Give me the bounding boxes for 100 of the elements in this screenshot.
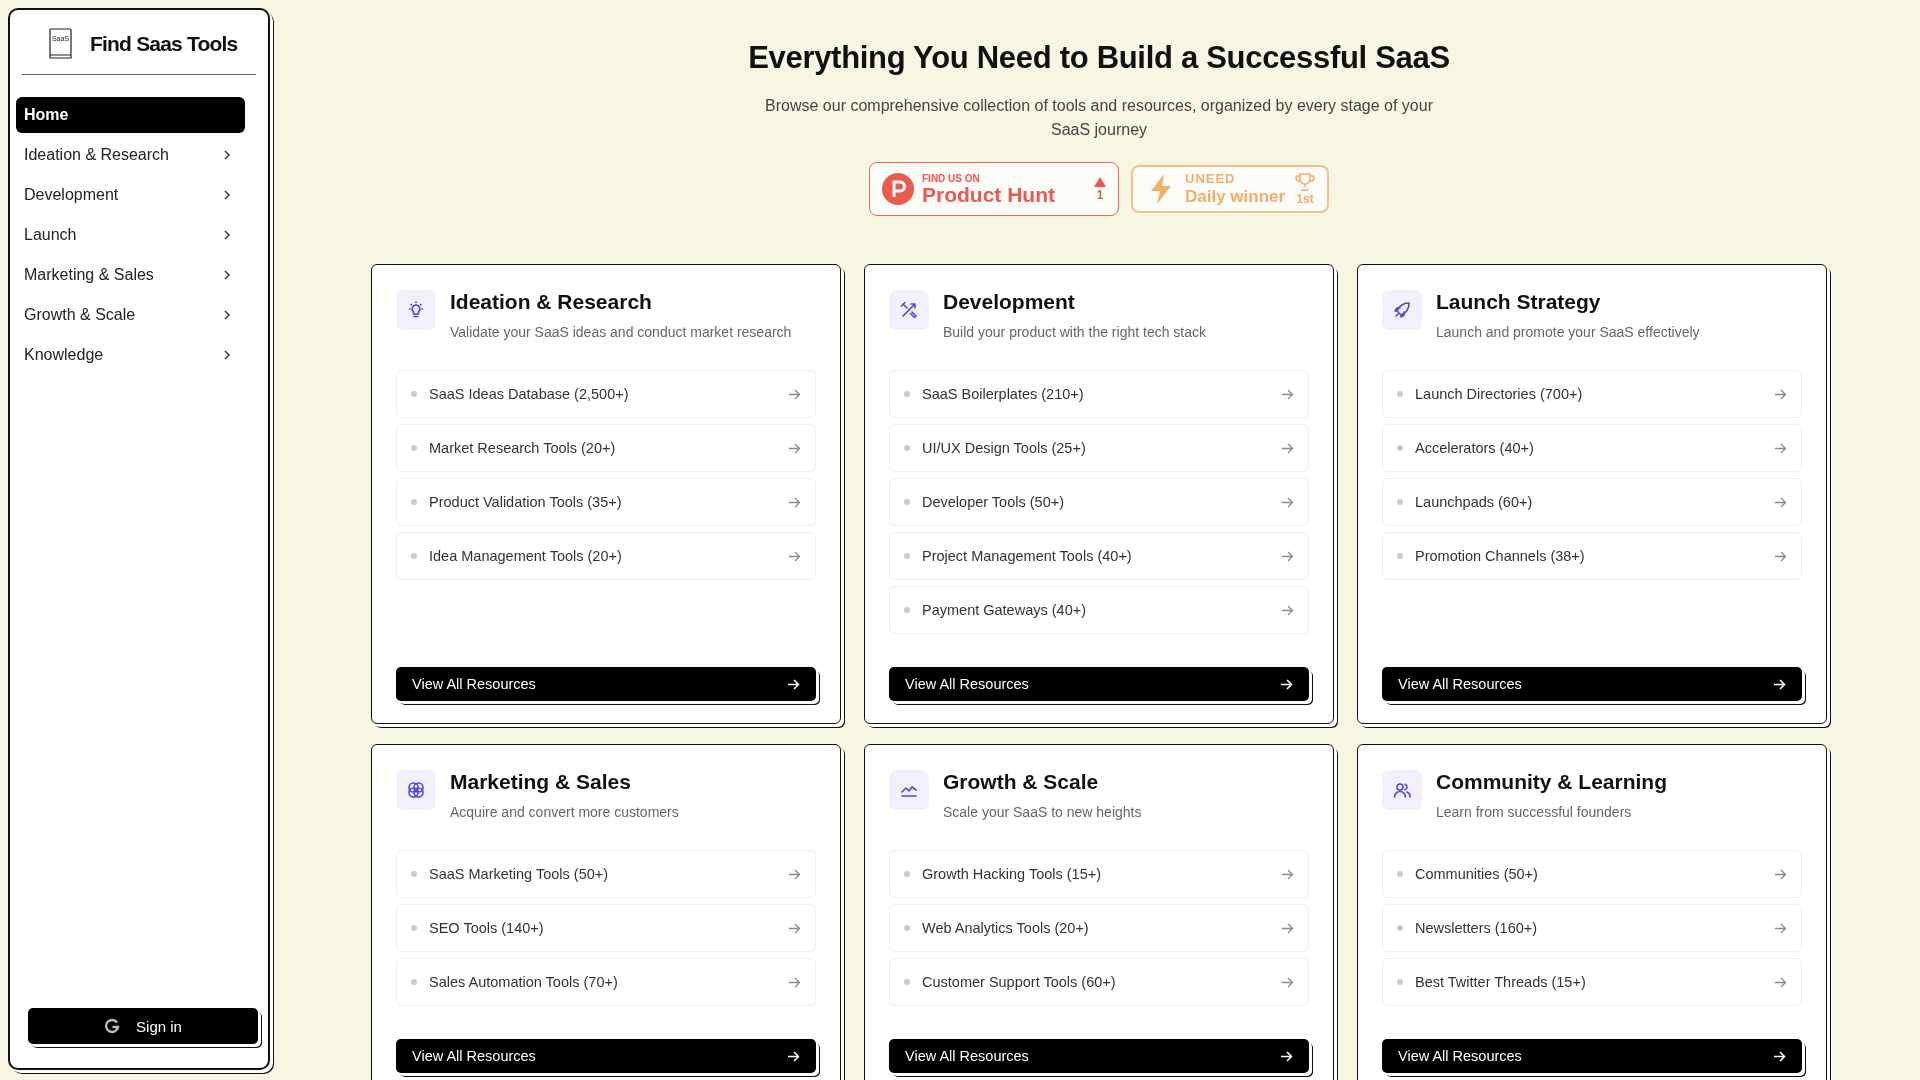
bullet-dot [904, 871, 910, 877]
card-subtitle: Scale your SaaS to new heights [943, 804, 1142, 820]
bullet-dot [411, 979, 417, 985]
upvote-triangle-icon [1094, 176, 1106, 187]
resource-link[interactable]: Web Analytics Tools (20+) [889, 904, 1309, 952]
bullet-dot [1397, 391, 1403, 397]
card-title: Development [943, 290, 1076, 314]
resource-link[interactable]: SaaS Marketing Tools (50+) [396, 850, 816, 898]
bullet-dot [904, 925, 910, 931]
bullet-dot [411, 499, 417, 505]
resource-link[interactable]: Product Validation Tools (35+) [396, 478, 816, 526]
arrow-right-icon [788, 387, 801, 401]
bullet-dot [904, 391, 910, 397]
sidebar-item[interactable]: Ideation & Research [16, 137, 245, 173]
resource-link[interactable]: Launchpads (60+) [1382, 478, 1802, 526]
bullet-dot [904, 553, 910, 559]
bullet-dot [1397, 925, 1403, 931]
card-subtitle: Build your product with the right tech stack [943, 324, 1207, 340]
brand-name: Find Saas Tools [90, 32, 238, 56]
page-title: Everything You Need to Build a Successful SaaS [748, 40, 1450, 76]
arrow-right-icon [1281, 387, 1294, 401]
card-title: Launch Strategy [1436, 290, 1602, 314]
resource-link[interactable]: UI/UX Design Tools (25+) [889, 424, 1309, 472]
bullet-dot [1397, 553, 1403, 559]
bullet-dot [411, 925, 417, 931]
sidebar-item[interactable]: Launch [16, 217, 245, 253]
arrow-right-icon [788, 921, 801, 935]
arrow-right-icon [787, 1049, 800, 1063]
arrow-right-icon [1774, 867, 1787, 881]
card-title: Community & Learning [1436, 770, 1667, 794]
arrow-right-icon [1281, 921, 1294, 935]
p-circle-icon [882, 173, 914, 205]
bullet-dot [904, 499, 910, 505]
bullet-dot [411, 445, 417, 451]
sidebar-item[interactable]: Development [16, 177, 245, 213]
people-icon [1393, 781, 1411, 799]
resource-link[interactable]: SEO Tools (140+) [396, 904, 816, 952]
arrow-right-icon [1280, 1049, 1293, 1063]
resource-link[interactable]: Accelerators (40+) [1382, 424, 1802, 472]
arrow-right-icon [788, 975, 801, 989]
arrow-right-icon [788, 441, 801, 455]
bullet-dot [411, 553, 417, 559]
bullet-dot [904, 607, 910, 613]
arrow-right-icon [1774, 441, 1787, 455]
google-icon [104, 1018, 121, 1034]
bullet-dot [1397, 871, 1403, 877]
page-subtitle: Browse our comprehensive collection of tools and resources, organized by every stage of your SaaS journey [764, 96, 1434, 140]
coins-icon [407, 781, 425, 799]
arrow-right-icon [1773, 677, 1786, 691]
arrow-right-icon [1774, 549, 1787, 563]
resource-link[interactable]: Market Research Tools (20+) [396, 424, 816, 472]
arrow-right-icon [1281, 975, 1294, 989]
card-subtitle: Acquire and convert more customers [450, 804, 679, 820]
resource-link[interactable]: Growth Hacking Tools (15+) [889, 850, 1309, 898]
resource-link[interactable]: Best Twitter Threads (15+) [1382, 958, 1802, 1006]
resource-link[interactable]: Project Management Tools (40+) [889, 532, 1309, 580]
bullet-dot [1397, 445, 1403, 451]
tools-icon [900, 301, 918, 319]
sidebar-item[interactable]: Home [16, 97, 245, 133]
sidebar-item[interactable]: Knowledge [16, 337, 245, 373]
card-title: Ideation & Research [450, 290, 653, 314]
arrow-right-icon [788, 495, 801, 509]
resource-link[interactable]: Payment Gateways (40+) [889, 586, 1309, 634]
bullet-dot [1397, 979, 1403, 985]
resource-link[interactable]: Launch Directories (700+) [1382, 370, 1802, 418]
arrow-right-icon [788, 549, 801, 563]
resource-link[interactable]: Idea Management Tools (20+) [396, 532, 816, 580]
resource-link[interactable]: Developer Tools (50+) [889, 478, 1309, 526]
resource-link[interactable]: Communities (50+) [1382, 850, 1802, 898]
bullet-dot [904, 979, 910, 985]
sidebar-item[interactable]: Growth & Scale [16, 297, 245, 333]
lightbulb-icon [407, 301, 425, 319]
resource-link[interactable]: Promotion Channels (38+) [1382, 532, 1802, 580]
arrow-right-icon [1774, 975, 1787, 989]
arrow-right-icon [787, 677, 800, 691]
card-subtitle: Launch and promote your SaaS effectively [1436, 324, 1700, 340]
resource-link[interactable]: Sales Automation Tools (70+) [396, 958, 816, 1006]
bullet-dot [411, 391, 417, 397]
resource-link[interactable]: Newsletters (160+) [1382, 904, 1802, 952]
card-title: Growth & Scale [943, 770, 1100, 794]
rocket-icon [1393, 301, 1411, 319]
resource-link[interactable]: SaaS Ideas Database (2,500+) [396, 370, 816, 418]
arrow-right-icon [1773, 1049, 1786, 1063]
bullet-dot [411, 871, 417, 877]
resource-link[interactable]: SaaS Boilerplates (210+) [889, 370, 1309, 418]
arrow-right-icon [1774, 921, 1787, 935]
arrow-right-icon [1281, 495, 1294, 509]
card-subtitle: Validate your SaaS ideas and conduct market research [450, 324, 792, 340]
card-subtitle: Learn from successful founders [1436, 804, 1633, 820]
arrow-right-icon [1281, 867, 1294, 881]
arrow-right-icon [1281, 441, 1294, 455]
sidebar-item[interactable]: Marketing & Sales [16, 257, 245, 293]
arrow-right-icon [1281, 603, 1294, 617]
arrow-right-icon [1774, 495, 1787, 509]
arrow-right-icon [1281, 549, 1294, 563]
arrow-right-icon [788, 867, 801, 881]
bullet-dot [1397, 499, 1403, 505]
trophy-icon [1295, 172, 1315, 191]
resource-link[interactable]: Customer Support Tools (60+) [889, 958, 1309, 1006]
card-title: Marketing & Sales [450, 770, 632, 794]
